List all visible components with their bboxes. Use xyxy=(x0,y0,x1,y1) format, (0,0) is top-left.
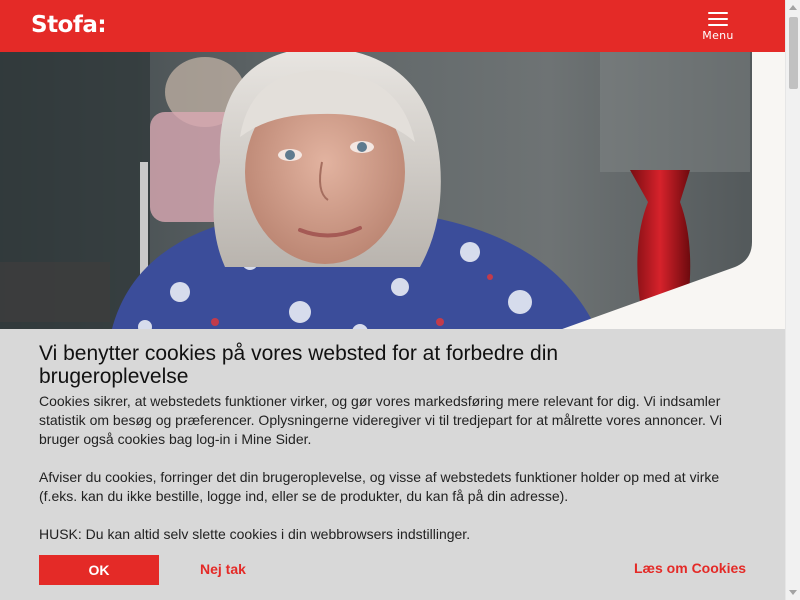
read-about-cookies-link[interactable]: Læs om Cookies xyxy=(634,560,746,576)
menu-label: Menu xyxy=(702,29,734,42)
scroll-down-icon[interactable] xyxy=(789,590,797,595)
stofa-logo[interactable]: Stofa: xyxy=(31,12,107,38)
cookie-banner: Vi benytter cookies på vores websted for… xyxy=(0,329,785,600)
hamburger-icon xyxy=(708,12,728,26)
accept-cookies-button[interactable]: OK xyxy=(39,555,159,585)
scroll-thumb[interactable] xyxy=(789,17,798,89)
site-header: Stofa: Menu xyxy=(0,0,785,52)
menu-button[interactable]: Menu xyxy=(700,12,736,46)
cookie-paragraph-2: Afviser du cookies, forringer det din br… xyxy=(39,469,720,504)
page-scrollbar[interactable] xyxy=(785,0,800,600)
cookie-paragraph-3: HUSK: Du kan altid selv slette cookies i… xyxy=(39,526,471,542)
decline-cookies-button[interactable]: Nej tak xyxy=(200,561,246,577)
photo-elderly-woman-icon xyxy=(0,52,785,337)
scroll-up-icon[interactable] xyxy=(789,5,797,10)
hero-image xyxy=(0,52,785,337)
cookie-title: Vi benytter cookies på vores websted for… xyxy=(39,342,559,388)
cookie-paragraph-1: Cookies sikrer, at webstedets funktioner… xyxy=(39,393,722,447)
